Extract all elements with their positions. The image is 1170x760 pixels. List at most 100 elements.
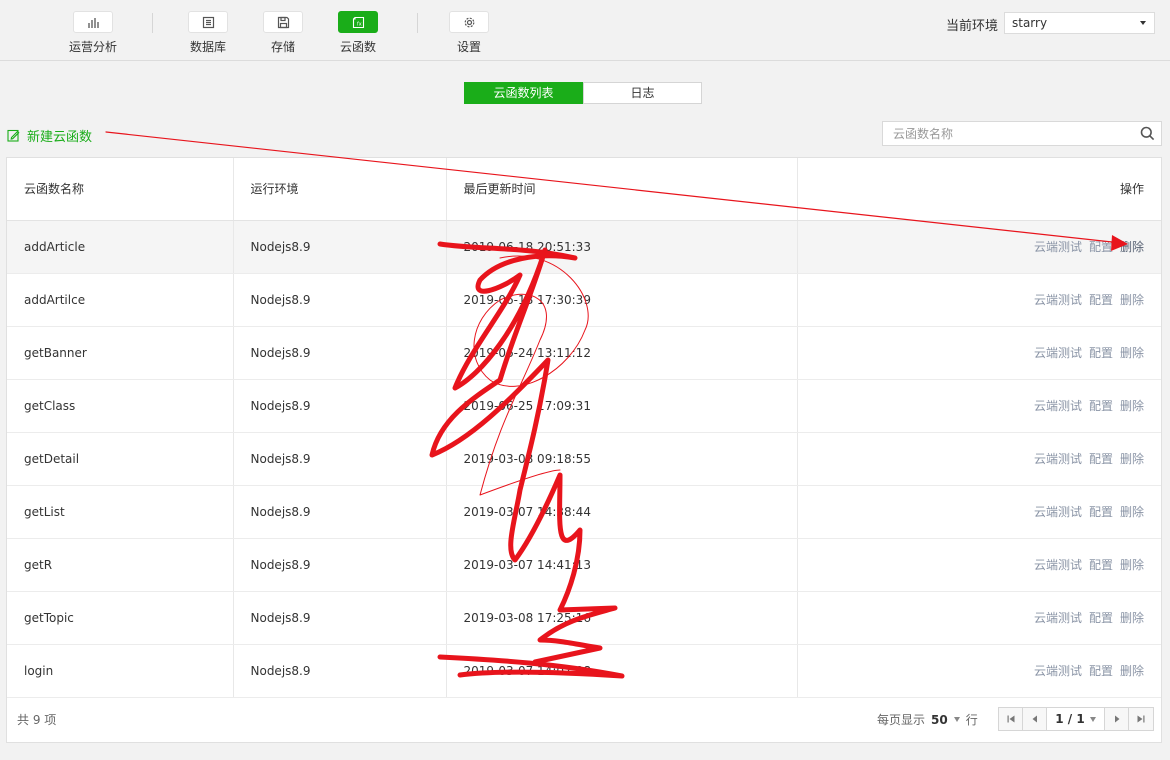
config-link[interactable]: 配置 [1089,664,1113,678]
search-icon[interactable] [1140,126,1155,141]
per-page-select[interactable]: 50 [931,713,948,727]
cloud-test-link[interactable]: 云端测试 [1034,240,1082,254]
table-row[interactable]: getR Nodejs8.9 2019-03-07 14:41:13 云端测试配… [7,538,1161,592]
tab-logs[interactable]: 日志 [583,82,702,104]
cell-updated: 2019-03-08 09:18:55 [446,432,798,486]
cloud-test-link[interactable]: 云端测试 [1034,611,1082,625]
table-row[interactable]: getList Nodejs8.9 2019-03-07 14:38:44 云端… [7,485,1161,539]
tab-bar: 云函数列表 日志 [464,82,702,104]
cell-function-name: getClass [7,379,234,433]
cell-function-name: getR [7,538,234,592]
next-page-button[interactable] [1105,708,1129,730]
delete-link[interactable]: 删除 [1120,399,1144,413]
table-footer: 共 9 项 每页显示 50 行 1 / 1 [7,697,1161,742]
config-link[interactable]: 配置 [1089,293,1113,307]
cell-function-name: getDetail [7,432,234,486]
config-link[interactable]: 配置 [1089,452,1113,466]
delete-link[interactable]: 删除 [1120,664,1144,678]
function-table-panel: 云函数名称 运行环境 最后更新时间 操作 addArticle Nodejs8.… [6,157,1162,743]
cell-updated: 2019-03-07 14:38:44 [446,485,798,539]
config-link[interactable]: 配置 [1089,240,1113,254]
cell-runtime: Nodejs8.9 [233,220,447,274]
delete-link[interactable]: 删除 [1120,558,1144,572]
cell-actions: 云端测试 配置 删除 [797,644,1161,698]
column-header-updated: 最后更新时间 [446,158,798,221]
table-row[interactable]: getClass Nodejs8.9 2019-06-25 17:09:31 云… [7,379,1161,433]
search-input[interactable] [883,122,1123,145]
toolbar-divider [417,13,418,33]
cell-updated: 2019-06-25 17:09:31 [446,379,798,433]
last-page-button[interactable] [1129,708,1153,730]
column-header-actions: 操作 [797,158,1161,221]
cloud-test-link[interactable]: 云端测试 [1034,452,1082,466]
column-header-name: 云函数名称 [7,158,234,221]
cell-runtime: Nodejs8.9 [233,273,447,327]
table-row[interactable]: addArtilce Nodejs8.9 2019-06-18 17:30:39… [7,273,1161,327]
toolbar-item-analytics[interactable]: 运营分析 [53,11,133,57]
cloud-test-link[interactable]: 云端测试 [1034,399,1082,413]
cell-actions: 云端测试 配置 删除 [797,538,1161,592]
table-header-row: 云函数名称 运行环境 最后更新时间 操作 [7,158,1161,221]
cell-function-name: getList [7,485,234,539]
toolbar-item-storage[interactable]: 存储 [243,11,323,57]
toolbar-divider [152,13,153,33]
cell-runtime: Nodejs8.9 [233,591,447,645]
cell-function-name: addArticle [7,220,234,274]
last-page-icon [1137,715,1145,723]
toolbar-item-database[interactable]: 数据库 [168,11,248,57]
delete-link[interactable]: 删除 [1120,611,1144,625]
chevron-down-icon [953,717,960,722]
cell-function-name: getTopic [7,591,234,645]
delete-link[interactable]: 删除 [1120,452,1144,466]
cell-function-name: addArtilce [7,273,234,327]
table-row[interactable]: getTopic Nodejs8.9 2019-03-08 17:25:16 云… [7,591,1161,645]
toolbar-item-cloud-function[interactable]: fx 云函数 [318,11,398,57]
toolbar-item-label: 数据库 [189,40,226,54]
cloud-test-link[interactable]: 云端测试 [1034,558,1082,572]
delete-link[interactable]: 删除 [1120,293,1144,307]
total-count: 共 9 项 [17,713,57,727]
env-select[interactable]: starry [1004,12,1155,34]
page-select[interactable]: 1 / 1 [1047,708,1105,730]
svg-text:fx: fx [357,21,362,27]
cell-updated: 2019-03-07 14:41:13 [446,538,798,592]
function-table: 云函数名称 运行环境 最后更新时间 操作 addArticle Nodejs8.… [7,158,1161,698]
delete-link[interactable]: 删除 [1120,240,1144,254]
save-icon [263,11,303,33]
cell-actions: 云端测试 配置 删除 [797,379,1161,433]
config-link[interactable]: 配置 [1089,346,1113,360]
table-row[interactable]: login Nodejs8.9 2019-03-07 14:07:08 云端测试… [7,644,1161,698]
cloud-test-link[interactable]: 云端测试 [1034,346,1082,360]
cell-function-name: getBanner [7,326,234,380]
column-header-runtime: 运行环境 [233,158,447,221]
first-page-button[interactable] [999,708,1023,730]
delete-link[interactable]: 删除 [1120,505,1144,519]
config-link[interactable]: 配置 [1089,558,1113,572]
toolbar-item-label: 设置 [456,40,481,54]
cell-runtime: Nodejs8.9 [233,644,447,698]
new-function-label: 新建云函数 [27,130,93,145]
cell-actions: 云端测试 配置 删除 [797,220,1161,274]
config-link[interactable]: 配置 [1089,399,1113,413]
table-row[interactable]: getBanner Nodejs8.9 2019-06-24 13:11:12 … [7,326,1161,380]
env-select-value: starry [1012,16,1048,30]
cloud-test-link[interactable]: 云端测试 [1034,505,1082,519]
config-link[interactable]: 配置 [1089,505,1113,519]
toolbar-item-settings[interactable]: 设置 [429,11,509,57]
prev-page-button[interactable] [1023,708,1047,730]
next-page-icon [1114,715,1119,723]
table-row[interactable]: getDetail Nodejs8.9 2019-03-08 09:18:55 … [7,432,1161,486]
toolbar-item-label: 存储 [270,40,295,54]
cell-updated: 2019-03-07 14:07:08 [446,644,798,698]
toolbar-item-label: 云函数 [339,40,376,54]
cell-runtime: Nodejs8.9 [233,326,447,380]
delete-link[interactable]: 删除 [1120,346,1144,360]
config-link[interactable]: 配置 [1089,611,1113,625]
table-row[interactable]: addArticle Nodejs8.9 2019-06-18 20:51:33… [7,220,1161,274]
cloud-test-link[interactable]: 云端测试 [1034,293,1082,307]
chevron-down-icon [1089,716,1096,722]
tab-function-list[interactable]: 云函数列表 [464,82,583,104]
cloud-test-link[interactable]: 云端测试 [1034,664,1082,678]
new-function-button[interactable]: 新建云函数 [7,126,92,145]
cell-actions: 云端测试 配置 删除 [797,273,1161,327]
